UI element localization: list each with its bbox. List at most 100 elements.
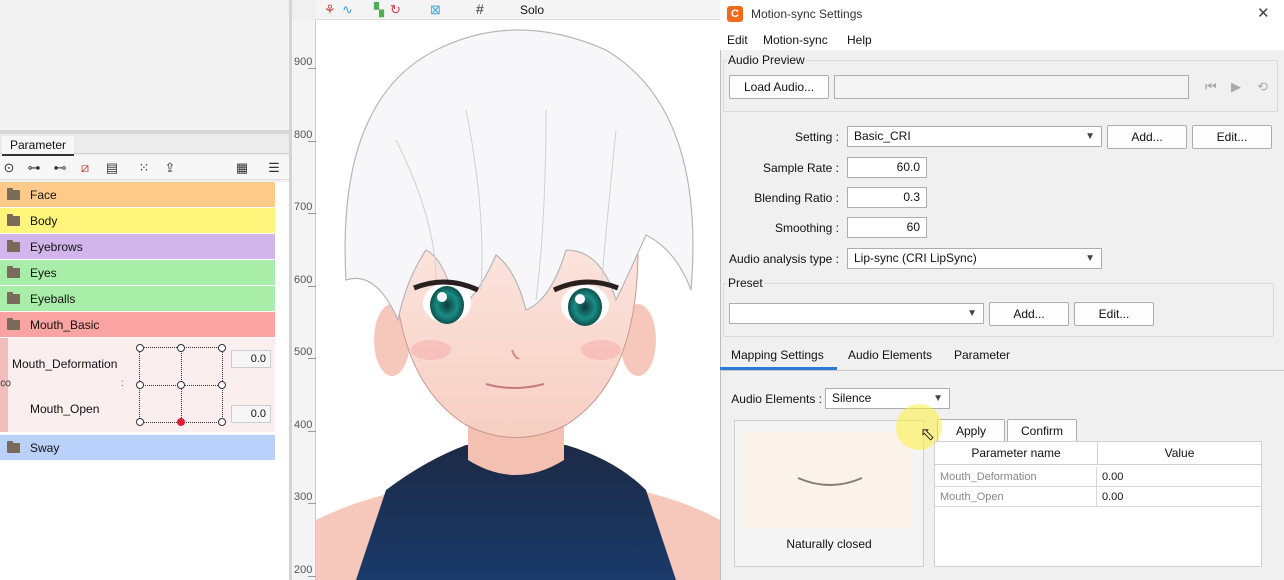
preset-edit-button[interactable]: Edit... xyxy=(1074,302,1154,326)
setting-add-button[interactable]: Add... xyxy=(1107,125,1187,149)
param-2d-grid[interactable] xyxy=(136,344,226,426)
parameter-toolbar: ⊙ ⊶ ⊷ ⧄ ▤ ⁙ ⇪ ▦ ☰ xyxy=(0,156,289,180)
preview-caption: Naturally closed xyxy=(786,537,872,551)
path-icon[interactable]: ∿ xyxy=(342,2,353,18)
load-audio-button[interactable]: Load Audio... xyxy=(729,75,829,99)
menu-help[interactable]: Help xyxy=(847,33,872,47)
collapse-icon[interactable]: ⊙ xyxy=(0,159,18,177)
ruler-tick xyxy=(308,431,316,432)
ruler-tick xyxy=(308,68,316,69)
setting-edit-button[interactable]: Edit... xyxy=(1192,125,1272,149)
model-canvas[interactable] xyxy=(316,20,720,580)
group-mouth-basic[interactable]: Mouth_Basic xyxy=(0,312,275,338)
grid-keypoint[interactable] xyxy=(136,344,144,352)
audio-analysis-select[interactable]: Lip-sync (CRI LipSync) ▼ xyxy=(847,248,1102,269)
preset-add-button[interactable]: Add... xyxy=(989,302,1069,326)
sample-rate-input[interactable]: 60.0 xyxy=(847,157,927,178)
grid-icon[interactable]: ⁙ xyxy=(135,159,153,177)
grid-toggle-icon[interactable]: # xyxy=(476,1,484,17)
unlink-icon[interactable]: ⧄ xyxy=(76,159,94,177)
table-cell-value[interactable]: 0.00 xyxy=(1097,487,1261,507)
dialog-title: Motion-sync Settings xyxy=(751,7,863,21)
grid-keypoint[interactable] xyxy=(136,418,144,426)
audio-analysis-label: Audio analysis type : xyxy=(728,252,839,266)
group-face[interactable]: Face xyxy=(0,182,275,208)
audio-preview-label: Audio Preview xyxy=(727,53,806,67)
grid-keypoint[interactable] xyxy=(218,344,226,352)
confirm-button[interactable]: Confirm xyxy=(1007,419,1077,443)
solo-button[interactable]: Solo xyxy=(520,3,544,17)
grid-keypoint[interactable] xyxy=(136,381,144,389)
loop-icon[interactable]: ⟲ xyxy=(1257,79,1268,95)
table-cell-value[interactable]: 0.00 xyxy=(1097,467,1261,487)
param-value-mouth-deformation[interactable]: 0.0 xyxy=(231,350,271,368)
grid-keypoint[interactable] xyxy=(218,418,226,426)
mesh-icon[interactable]: ▚ xyxy=(374,2,384,18)
audio-elements-select[interactable]: Silence ▼ xyxy=(825,388,950,409)
active-tab-indicator xyxy=(720,367,837,370)
ruler-tick-label: 600 xyxy=(294,274,313,286)
left-top-pane xyxy=(0,0,289,130)
ruler-tick-label: 300 xyxy=(294,491,313,503)
grid-current-point[interactable] xyxy=(177,418,185,426)
group-eyes[interactable]: Eyes xyxy=(0,260,275,286)
table-cell-name: Mouth_Deformation xyxy=(935,467,1097,487)
param-value-mouth-open[interactable]: 0.0 xyxy=(231,405,271,423)
blending-ratio-input[interactable]: 0.3 xyxy=(847,187,927,208)
param-label-mouth-open: Mouth_Open xyxy=(30,402,100,416)
group-label: Eyes xyxy=(30,266,57,280)
preset-label: Preset xyxy=(727,276,764,290)
chevron-down-icon: ▼ xyxy=(1085,131,1095,142)
audio-elements-label: Audio Elements : xyxy=(731,392,822,406)
menu-edit[interactable]: Edit xyxy=(727,33,748,47)
menu-icon[interactable]: ☰ xyxy=(265,159,283,177)
grid-keypoint[interactable] xyxy=(177,344,185,352)
apply-button[interactable]: Apply xyxy=(937,419,1005,443)
clipboard-icon[interactable]: ▦ xyxy=(233,159,251,177)
export-lock-icon[interactable]: ⇪ xyxy=(161,159,179,177)
ruler-tick-label: 700 xyxy=(294,201,313,213)
tab-parameter[interactable]: Parameter xyxy=(2,136,75,156)
link-key-icon[interactable]: ⊷ xyxy=(51,159,69,177)
preset-select[interactable]: ▼ xyxy=(729,303,984,324)
warp-icon[interactable]: ⊠ xyxy=(430,2,441,18)
close-icon[interactable]: ✕ xyxy=(1257,4,1270,22)
group-label: Face xyxy=(30,188,57,202)
group-sway[interactable]: Sway xyxy=(0,435,275,461)
tab-audio-elements[interactable]: Audio Elements xyxy=(848,348,932,362)
mouth-preview-image xyxy=(744,432,912,528)
link-chain-icon[interactable]: ∞ xyxy=(0,375,11,393)
table-header-parameter-name[interactable]: Parameter name xyxy=(934,441,1098,465)
tab-parameter-dialog[interactable]: Parameter xyxy=(954,348,1010,362)
grid-keypoint[interactable] xyxy=(218,381,226,389)
grid-keypoint[interactable] xyxy=(177,381,185,389)
vertical-ruler: 900 800 700 600 500 400 300 200 xyxy=(292,20,316,580)
audio-file-field xyxy=(834,75,1189,99)
group-body[interactable]: Body xyxy=(0,208,275,234)
ruler-tick xyxy=(308,141,316,142)
ruler-tick xyxy=(308,576,316,577)
tab-divider xyxy=(720,370,1284,371)
ruler-tick-label: 400 xyxy=(294,419,313,431)
folder-icon xyxy=(7,266,20,278)
rotate-icon[interactable]: ↻ xyxy=(390,2,401,18)
ruler-tick-label: 200 xyxy=(294,564,313,576)
folder-icon xyxy=(7,188,20,200)
skip-back-icon[interactable]: ⏮ xyxy=(1205,79,1217,95)
display-icon[interactable]: ▤ xyxy=(103,159,121,177)
play-icon[interactable]: ▶ xyxy=(1231,79,1241,95)
table-header-value[interactable]: Value xyxy=(1097,441,1262,465)
setting-select[interactable]: Basic_CRI ▼ xyxy=(847,126,1102,147)
ruler-tick xyxy=(308,503,316,504)
link-param-icon[interactable]: ⊶ xyxy=(25,159,43,177)
group-eyeballs[interactable]: Eyeballs xyxy=(0,286,275,312)
group-label: Eyebrows xyxy=(30,240,83,254)
menu-motion-sync[interactable]: Motion-sync xyxy=(763,33,828,47)
smoothing-input[interactable]: 60 xyxy=(847,217,927,238)
folder-icon xyxy=(7,441,20,453)
audio-analysis-value: Lip-sync (CRI LipSync) xyxy=(854,251,977,265)
tab-mapping-settings[interactable]: Mapping Settings xyxy=(731,348,824,362)
group-label: Body xyxy=(30,214,58,228)
deformer-icon[interactable]: ⚘ xyxy=(324,2,336,18)
group-eyebrows[interactable]: Eyebrows xyxy=(0,234,275,260)
